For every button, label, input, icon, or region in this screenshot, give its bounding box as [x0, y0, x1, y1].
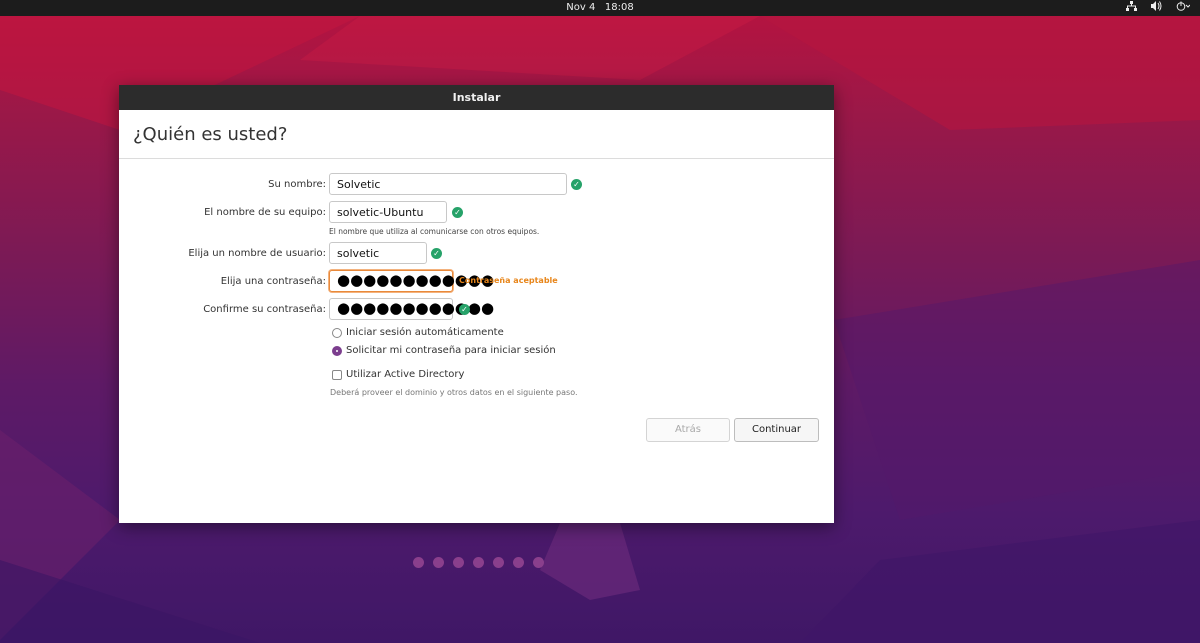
progress-dot — [453, 557, 464, 568]
name-field[interactable]: Solvetic — [329, 173, 567, 195]
system-tray[interactable] — [1126, 1, 1190, 11]
radio-auto-login-label: Iniciar sesión automáticamente — [346, 327, 504, 338]
checkbox[interactable] — [332, 369, 342, 380]
confirm-password-field[interactable]: ●●●●●●●●●●●● — [329, 298, 494, 320]
progress-dot — [513, 557, 524, 568]
radio-require-password-label: Solicitar mi contraseña para iniciar ses… — [346, 345, 556, 356]
progress-dot — [533, 557, 544, 568]
computer-name-hint: El nombre que utiliza al comunicarse con… — [329, 227, 540, 236]
username-field[interactable]: solvetic — [329, 242, 427, 264]
confirm-password-label: Confirme su contraseña: — [203, 304, 326, 315]
confirm-password-valid-icon: ✓ — [459, 304, 470, 315]
password-label: Elija una contraseña: — [220, 276, 326, 287]
step-progress — [413, 557, 544, 568]
progress-dot — [413, 557, 424, 568]
active-directory-note: Deberá proveer el dominio y otros datos … — [330, 388, 578, 397]
computer-name-field[interactable]: solvetic-Ubuntu — [329, 201, 447, 223]
clock-date: Nov 4 — [566, 2, 596, 13]
name-valid-icon: ✓ — [571, 179, 582, 190]
power-icon[interactable] — [1176, 1, 1190, 11]
active-directory-checkbox[interactable]: Utilizar Active Directory — [332, 369, 464, 380]
progress-dot — [493, 557, 504, 568]
radio-auto-login[interactable]: Iniciar sesión automáticamente — [332, 327, 504, 338]
progress-dot — [473, 557, 484, 568]
password-field[interactable]: ●●●●●●●●●●●● — [329, 270, 494, 292]
computer-name-valid-icon: ✓ — [452, 207, 463, 218]
window-title: Instalar — [119, 85, 834, 110]
progress-dot — [433, 557, 444, 568]
clock-time: 18:08 — [604, 2, 634, 13]
continue-button[interactable]: Continuar — [734, 418, 819, 442]
name-label: Su nombre: — [268, 179, 326, 190]
network-icon[interactable] — [1126, 1, 1137, 11]
active-directory-label: Utilizar Active Directory — [346, 369, 465, 380]
installer-window: Instalar ¿Quién es usted? Su nombre: Sol… — [119, 85, 834, 568]
radio-button[interactable] — [332, 327, 342, 338]
page-title: ¿Quién es usted? — [119, 110, 834, 159]
radio-button-selected[interactable] — [332, 345, 342, 356]
radio-require-password[interactable]: Solicitar mi contraseña para iniciar ses… — [332, 345, 556, 356]
volume-icon[interactable] — [1151, 1, 1162, 11]
username-valid-icon: ✓ — [431, 248, 442, 259]
computer-name-label: El nombre de su equipo: — [204, 207, 326, 218]
clock[interactable]: Nov 4 18:08 — [0, 2, 1200, 13]
back-button[interactable]: Atrás — [646, 418, 730, 442]
top-bar: Nov 4 18:08 — [0, 0, 1200, 16]
username-label: Elija un nombre de usuario: — [188, 248, 326, 259]
password-strength: Contraseña aceptable — [459, 276, 558, 285]
